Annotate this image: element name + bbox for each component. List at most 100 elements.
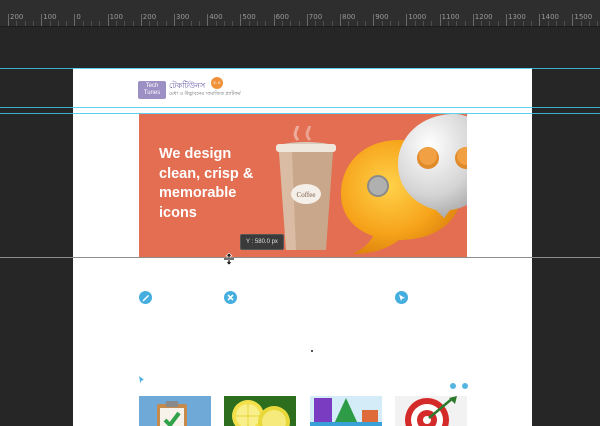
- ruler-major-tick: [8, 14, 9, 26]
- ruler-label: 600: [275, 13, 289, 21]
- ruler-minor-tick: [447, 21, 449, 26]
- ruler-minor-tick: [481, 21, 483, 26]
- hero-line-2: clean, crisp &: [159, 165, 254, 182]
- ruler-major-tick: [41, 14, 43, 26]
- ruler-major-tick: [207, 14, 209, 26]
- ruler-minor-tick: [57, 21, 59, 26]
- logo-box: Tech Tunes: [138, 81, 166, 99]
- ruler-minor-tick: [597, 21, 599, 26]
- logo-box-line1: Tech: [145, 83, 159, 89]
- carousel-nav[interactable]: [450, 376, 470, 389]
- ruler-minor-tick: [564, 21, 566, 26]
- gray-chat-bubble-icon: [398, 114, 467, 218]
- ruler-minor-tick: [149, 21, 151, 26]
- ruler-minor-tick: [414, 21, 416, 26]
- ruler-minor-tick: [348, 21, 350, 26]
- portfolio-thumb-target[interactable]: [395, 396, 467, 426]
- ruler-minor-tick: [331, 21, 333, 26]
- ruler-minor-tick: [49, 21, 51, 26]
- ruler-minor-tick: [24, 21, 26, 26]
- ruler-minor-tick: [522, 21, 524, 26]
- ruler-label: 100: [43, 13, 57, 21]
- ruler-minor-tick: [190, 21, 192, 26]
- ruler-minor-tick: [223, 21, 225, 26]
- ruler-minor-tick: [489, 21, 491, 26]
- ruler-minor-tick: [514, 21, 516, 26]
- ruler-minor-tick: [32, 21, 34, 26]
- stray-pixel: [311, 350, 313, 352]
- ruler-major-tick: [506, 14, 507, 26]
- ruler-label: 700: [308, 13, 323, 21]
- ruler-minor-tick: [389, 21, 391, 26]
- position-readout-tooltip: Y : 580.0 px: [240, 234, 284, 250]
- ruler-major-tick: [306, 14, 308, 26]
- ruler-major-tick: [140, 14, 142, 26]
- ruler-minor-tick: [132, 21, 134, 26]
- ruler-minor-tick: [265, 21, 267, 26]
- ruler-minor-tick: [315, 21, 317, 26]
- ruler-minor-tick: [16, 21, 18, 26]
- ruler-major-tick: [107, 14, 109, 26]
- portfolio-thumb-lemons[interactable]: [224, 396, 296, 426]
- ruler-label: 1300: [508, 13, 526, 21]
- ruler-minor-tick: [124, 21, 126, 26]
- ruler-minor-tick: [497, 21, 499, 26]
- ruler-major-tick: [240, 14, 242, 26]
- ruler-label: 500: [242, 13, 256, 21]
- lemon-icon: [232, 400, 290, 426]
- logo-tagline: মেধা ও উদ্ভাবনের সামাজিক প্ল্যাটফর্ম: [169, 91, 241, 97]
- cup-label: Coffee: [297, 191, 316, 199]
- ruler-minor-tick: [281, 21, 283, 26]
- guide-line-header-bottom[interactable]: [0, 107, 600, 108]
- ruler-major-tick: [472, 14, 474, 26]
- ruler-minor-tick: [456, 21, 458, 26]
- ruler-minor-tick: [198, 21, 200, 26]
- ruler-minor-tick: [215, 21, 217, 26]
- ruler-minor-tick: [66, 21, 68, 26]
- ruler-label: 200: [10, 13, 24, 21]
- ruler-label: 1000: [408, 13, 427, 21]
- ruler-minor-tick: [298, 21, 300, 26]
- pointer-arrow-icon: [139, 376, 144, 384]
- guide-line-dragging[interactable]: [0, 257, 600, 258]
- cursor-icon: [395, 291, 408, 304]
- ruler-minor-tick: [398, 21, 400, 26]
- ruler-major-tick: [572, 14, 574, 26]
- hero-banner: We design clean, crisp & memorable icons…: [139, 114, 467, 257]
- hero-line-1: We design: [159, 146, 232, 162]
- ruler-label: 900: [375, 13, 389, 21]
- resize-vertical-cursor-icon: [224, 253, 234, 265]
- ruler-label: 100: [109, 13, 123, 21]
- ruler-minor-tick: [165, 21, 167, 26]
- ruler-label: 1200: [474, 13, 493, 21]
- carousel-prev-dot[interactable]: [450, 383, 456, 389]
- ruler-minor-tick: [232, 21, 234, 26]
- ruler-minor-tick: [157, 21, 159, 26]
- ruler-label: 0: [76, 13, 81, 21]
- hero-headline: We design clean, crisp & memorable icons: [159, 145, 279, 223]
- ruler-major-tick: [539, 14, 541, 26]
- horizontal-ruler[interactable]: 200 100 0 100 200 300 400 500 600 700 800 900 1000 11…: [0, 0, 600, 27]
- ruler-label: 1400: [541, 13, 560, 21]
- ruler-minor-tick: [290, 21, 292, 26]
- ruler-minor-tick: [423, 21, 424, 26]
- ruler-minor-tick: [547, 21, 549, 26]
- ruler-minor-tick: [530, 21, 532, 26]
- ruler-major-tick: [406, 14, 408, 26]
- ruler-major-tick: [373, 14, 375, 26]
- target-icon: [405, 396, 457, 426]
- ruler-minor-tick: [356, 21, 358, 26]
- ruler-minor-tick: [381, 21, 383, 26]
- ruler-minor-tick: [555, 21, 557, 26]
- hero-line-3: memorable: [159, 185, 237, 201]
- ruler-minor-tick: [182, 21, 184, 26]
- guide-line-top[interactable]: [0, 68, 600, 69]
- ruler-label: 200: [142, 13, 157, 21]
- clipboard-icon: [157, 401, 187, 426]
- ruler-label: 1500: [574, 13, 593, 21]
- ruler-major-tick: [340, 14, 341, 26]
- logo-box-line2: Tunes: [143, 90, 161, 96]
- portfolio-thumb-clipboard[interactable]: [139, 396, 211, 426]
- pencil-icon: [139, 291, 152, 304]
- portfolio-thumb-shapes[interactable]: [310, 396, 382, 426]
